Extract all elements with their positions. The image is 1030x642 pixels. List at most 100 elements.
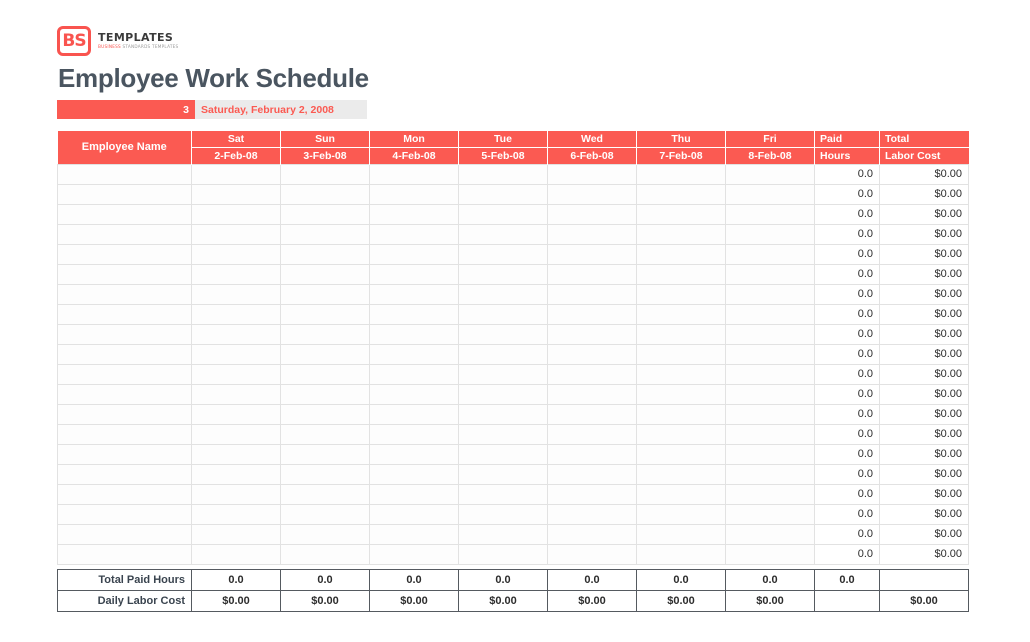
- cell-day-hours[interactable]: [458, 483, 548, 505]
- cell-day-hours[interactable]: [458, 363, 548, 385]
- cell-day-hours[interactable]: [725, 483, 815, 505]
- cell-day-hours[interactable]: [280, 223, 370, 245]
- cell-day-hours[interactable]: [191, 223, 281, 245]
- cell-day-hours[interactable]: [636, 303, 726, 325]
- cell-day-hours[interactable]: [369, 503, 459, 525]
- cell-employee-name[interactable]: [57, 303, 192, 325]
- cell-day-hours[interactable]: [547, 223, 637, 245]
- cell-day-hours[interactable]: [547, 303, 637, 325]
- cell-day-hours[interactable]: [458, 303, 548, 325]
- cell-day-hours[interactable]: [547, 483, 637, 505]
- cell-day-hours[interactable]: [191, 403, 281, 425]
- cell-day-hours[interactable]: [369, 423, 459, 445]
- cell-day-hours[interactable]: [369, 283, 459, 305]
- cell-employee-name[interactable]: [57, 423, 192, 445]
- cell-day-hours[interactable]: [280, 243, 370, 265]
- cell-day-hours[interactable]: [280, 463, 370, 485]
- cell-day-hours[interactable]: [369, 243, 459, 265]
- cell-day-hours[interactable]: [191, 243, 281, 265]
- cell-employee-name[interactable]: [57, 363, 192, 385]
- cell-employee-name[interactable]: [57, 343, 192, 365]
- cell-day-hours[interactable]: [636, 483, 726, 505]
- cell-day-hours[interactable]: [725, 283, 815, 305]
- cell-day-hours[interactable]: [547, 243, 637, 265]
- cell-day-hours[interactable]: [191, 163, 281, 185]
- cell-day-hours[interactable]: [369, 223, 459, 245]
- cell-day-hours[interactable]: [547, 423, 637, 445]
- cell-day-hours[interactable]: [636, 243, 726, 265]
- cell-day-hours[interactable]: [280, 423, 370, 445]
- cell-day-hours[interactable]: [280, 283, 370, 305]
- cell-employee-name[interactable]: [57, 403, 192, 425]
- cell-day-hours[interactable]: [280, 443, 370, 465]
- cell-day-hours[interactable]: [191, 503, 281, 525]
- cell-employee-name[interactable]: [57, 223, 192, 245]
- cell-day-hours[interactable]: [369, 323, 459, 345]
- cell-day-hours[interactable]: [191, 263, 281, 285]
- cell-day-hours[interactable]: [547, 443, 637, 465]
- cell-day-hours[interactable]: [636, 343, 726, 365]
- cell-day-hours[interactable]: [280, 383, 370, 405]
- cell-day-hours[interactable]: [369, 543, 459, 565]
- cell-day-hours[interactable]: [458, 523, 548, 545]
- cell-day-hours[interactable]: [458, 183, 548, 205]
- cell-day-hours[interactable]: [458, 383, 548, 405]
- cell-day-hours[interactable]: [547, 343, 637, 365]
- cell-day-hours[interactable]: [725, 203, 815, 225]
- cell-day-hours[interactable]: [191, 483, 281, 505]
- cell-day-hours[interactable]: [369, 463, 459, 485]
- cell-employee-name[interactable]: [57, 283, 192, 305]
- cell-day-hours[interactable]: [725, 423, 815, 445]
- cell-day-hours[interactable]: [636, 183, 726, 205]
- cell-day-hours[interactable]: [725, 263, 815, 285]
- cell-day-hours[interactable]: [458, 163, 548, 185]
- cell-day-hours[interactable]: [636, 283, 726, 305]
- cell-day-hours[interactable]: [458, 263, 548, 285]
- cell-day-hours[interactable]: [369, 203, 459, 225]
- cell-day-hours[interactable]: [369, 363, 459, 385]
- cell-day-hours[interactable]: [725, 323, 815, 345]
- cell-day-hours[interactable]: [458, 503, 548, 525]
- cell-day-hours[interactable]: [369, 343, 459, 365]
- cell-day-hours[interactable]: [369, 483, 459, 505]
- cell-employee-name[interactable]: [57, 183, 192, 205]
- cell-day-hours[interactable]: [369, 523, 459, 545]
- cell-day-hours[interactable]: [725, 183, 815, 205]
- cell-day-hours[interactable]: [191, 323, 281, 345]
- cell-employee-name[interactable]: [57, 243, 192, 265]
- cell-day-hours[interactable]: [458, 323, 548, 345]
- cell-day-hours[interactable]: [725, 523, 815, 545]
- cell-day-hours[interactable]: [725, 383, 815, 405]
- cell-day-hours[interactable]: [191, 283, 281, 305]
- cell-day-hours[interactable]: [369, 303, 459, 325]
- cell-employee-name[interactable]: [57, 503, 192, 525]
- cell-day-hours[interactable]: [191, 443, 281, 465]
- cell-day-hours[interactable]: [725, 463, 815, 485]
- cell-day-hours[interactable]: [280, 203, 370, 225]
- cell-day-hours[interactable]: [636, 523, 726, 545]
- cell-day-hours[interactable]: [547, 383, 637, 405]
- cell-day-hours[interactable]: [725, 223, 815, 245]
- cell-day-hours[interactable]: [636, 463, 726, 485]
- cell-day-hours[interactable]: [547, 503, 637, 525]
- cell-day-hours[interactable]: [725, 363, 815, 385]
- cell-day-hours[interactable]: [547, 323, 637, 345]
- cell-day-hours[interactable]: [725, 163, 815, 185]
- cell-day-hours[interactable]: [547, 363, 637, 385]
- cell-day-hours[interactable]: [547, 463, 637, 485]
- cell-day-hours[interactable]: [636, 163, 726, 185]
- cell-day-hours[interactable]: [636, 443, 726, 465]
- cell-day-hours[interactable]: [458, 463, 548, 485]
- cell-day-hours[interactable]: [191, 463, 281, 485]
- cell-day-hours[interactable]: [191, 363, 281, 385]
- cell-day-hours[interactable]: [458, 423, 548, 445]
- cell-day-hours[interactable]: [191, 383, 281, 405]
- cell-day-hours[interactable]: [547, 183, 637, 205]
- cell-day-hours[interactable]: [191, 543, 281, 565]
- cell-day-hours[interactable]: [547, 203, 637, 225]
- cell-day-hours[interactable]: [636, 383, 726, 405]
- cell-day-hours[interactable]: [369, 383, 459, 405]
- cell-day-hours[interactable]: [636, 543, 726, 565]
- cell-day-hours[interactable]: [369, 263, 459, 285]
- cell-day-hours[interactable]: [725, 403, 815, 425]
